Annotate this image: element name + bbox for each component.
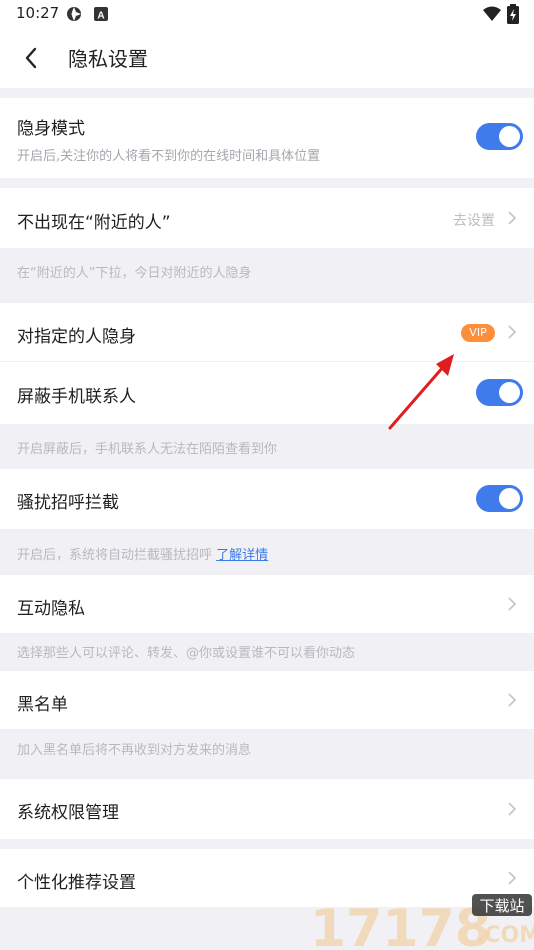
learn-more-link[interactable]: 了解详情 — [216, 548, 268, 563]
interaction-privacy-row[interactable]: 互动隐私 — [0, 575, 534, 633]
personalized-recommend-label: 个性化推荐设置 — [17, 873, 136, 893]
stealth-mode-desc: 开启后,关注你的人将看不到你的在线时间和具体位置 — [17, 149, 321, 164]
stealth-mode-row[interactable]: 隐身模式 开启后,关注你的人将看不到你的在线时间和具体位置 — [0, 98, 534, 178]
page-title: 隐私设置 — [68, 47, 148, 71]
vip-badge: VIP — [461, 324, 495, 342]
chevron-right-icon — [508, 693, 517, 707]
chevron-right-icon — [508, 802, 517, 816]
nearby-label: 不出现在“附近的人” — [17, 213, 171, 233]
watermark-brand: 17178 — [310, 899, 491, 950]
nearby-note: 在“附近的人”下拉，今日对附近的人隐身 — [17, 266, 252, 281]
harass-intercept-label: 骚扰招呼拦截 — [17, 493, 119, 513]
toggle-knob — [499, 488, 520, 509]
toggle-knob — [499, 126, 520, 147]
block-contacts-toggle[interactable] — [476, 379, 523, 406]
toggle-knob — [499, 382, 520, 403]
blacklist-note: 加入黑名单后将不再收到对方发来的消息 — [17, 743, 252, 758]
chevron-right-icon — [508, 597, 517, 611]
annotation-arrow-icon — [388, 354, 454, 430]
stealth-mode-label: 隐身模式 — [17, 119, 85, 139]
status-time: 10:27 — [16, 4, 60, 22]
svg-text:A: A — [97, 11, 104, 22]
watermark-domain: .COM — [476, 923, 534, 948]
back-arrow-icon[interactable] — [18, 44, 46, 72]
status-bar: 10:27 A — [0, 0, 534, 28]
interaction-privacy-note: 选择那些人可以评论、转发、@你或设置谁不可以看你动态 — [17, 646, 356, 661]
wifi-icon — [483, 6, 501, 21]
watermark-tag: 下载站 — [479, 897, 524, 915]
blacklist-row[interactable]: 黑名单 — [0, 671, 534, 729]
interaction-privacy-label: 互动隐私 — [17, 599, 85, 619]
header: 隐私设置 — [0, 28, 534, 88]
block-contacts-note: 开启屏蔽后，手机联系人无法在陌陌查看到你 — [17, 442, 278, 457]
harass-intercept-row[interactable]: 骚扰招呼拦截 — [0, 469, 534, 529]
settings-sync-icon — [67, 7, 81, 21]
system-permissions-row[interactable]: 系统权限管理 — [0, 779, 534, 839]
stealth-mode-toggle[interactable] — [476, 123, 523, 150]
harass-note-text: 开启后，系统将自动拦截骚扰招呼 — [17, 548, 213, 563]
blacklist-label: 黑名单 — [17, 695, 68, 715]
nearby-row[interactable]: 不出现在“附近的人” 去设置 — [0, 188, 534, 248]
harass-intercept-note: 开启后，系统将自动拦截骚扰招呼 了解详情 — [17, 544, 268, 563]
chevron-right-icon — [508, 211, 517, 225]
chevron-right-icon — [508, 325, 517, 339]
battery-icon — [507, 4, 519, 24]
system-permissions-label: 系统权限管理 — [17, 803, 119, 823]
harass-intercept-toggle[interactable] — [476, 485, 523, 512]
hide-from-specific-label: 对指定的人隐身 — [17, 327, 136, 347]
block-contacts-label: 屏蔽手机联系人 — [17, 387, 136, 407]
notification-a-icon: A — [94, 7, 108, 22]
chevron-right-icon — [508, 871, 517, 885]
site-watermark-logo: 17178 下载站 .COM — [310, 894, 534, 950]
nearby-action: 去设置 — [453, 213, 495, 229]
